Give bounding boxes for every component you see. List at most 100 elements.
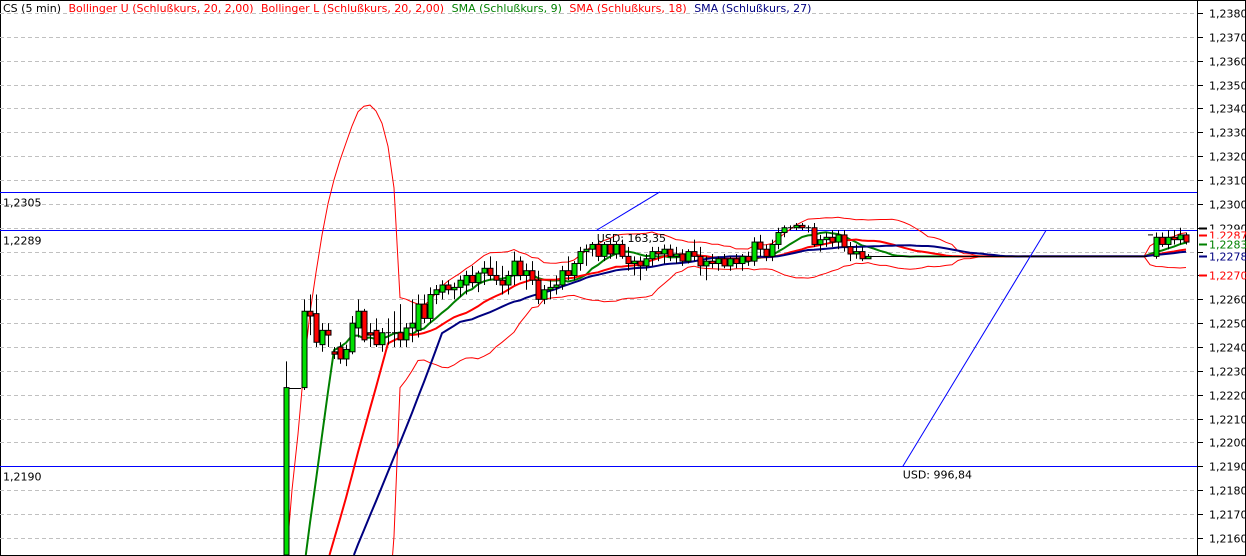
- candle-down: [331, 351, 338, 355]
- candle-down: [841, 234, 848, 248]
- candle-up: [703, 260, 710, 267]
- candle-up: [451, 286, 458, 291]
- candle-up: [559, 270, 566, 286]
- candle-up: [505, 274, 512, 286]
- candle-up: [349, 322, 356, 353]
- y-tick-label: 1,2300: [1209, 199, 1246, 212]
- candle-down: [697, 255, 704, 267]
- y-tick-label: 1,2220: [1209, 390, 1246, 403]
- candle-up: [835, 234, 842, 243]
- candle-up: [571, 263, 578, 276]
- candle-up: [463, 274, 470, 286]
- candle-up: [439, 284, 446, 293]
- candle-up: [433, 289, 440, 296]
- candle-up: [541, 289, 548, 300]
- legend-item-sma-18: SMA (Schlußkurs, 18): [569, 2, 687, 15]
- candle-down: [337, 346, 344, 360]
- candle-up: [355, 310, 362, 329]
- last-value-marker: [1199, 274, 1207, 277]
- y-tick-label: 1,2320: [1209, 151, 1246, 164]
- candle-up: [1153, 236, 1160, 257]
- candle-up: [685, 251, 692, 262]
- chart-legend: CS (5 min) Bollinger U (Schlußkurs, 20, …: [3, 2, 815, 15]
- candle-up: [481, 267, 488, 274]
- candle-down: [421, 303, 428, 319]
- candle-up: [661, 248, 668, 255]
- candle-down: [625, 255, 632, 265]
- candle-up: [577, 251, 584, 265]
- y-tick-label: 1,2160: [1209, 533, 1246, 546]
- candle-up: [649, 251, 656, 260]
- legend-item-sma-27: SMA (Schlußkurs, 27): [694, 2, 812, 15]
- candle-down: [397, 332, 404, 341]
- candle-down: [721, 258, 728, 267]
- y-tick-label: 1,2360: [1209, 56, 1246, 69]
- candle-up: [403, 327, 410, 341]
- candle-up: [727, 258, 734, 267]
- y-tick-label: 1,2250: [1209, 318, 1246, 331]
- candle-down: [325, 329, 332, 336]
- candle-down: [493, 274, 500, 281]
- candle-up: [583, 248, 590, 253]
- chart-border: [0, 0, 1246, 556]
- y-tick-label: 1,2200: [1209, 437, 1246, 450]
- candle-up: [379, 332, 386, 346]
- trendline-label: USD: 996,84: [903, 468, 972, 481]
- candle-up: [775, 232, 782, 245]
- y-tick-label: 1,2370: [1209, 32, 1246, 45]
- y-tick-label: 1,2310: [1209, 175, 1246, 188]
- candle-down: [469, 274, 476, 284]
- y-tick-label: 1,2260: [1209, 294, 1246, 307]
- candle-down: [361, 310, 368, 341]
- candle-up: [793, 224, 800, 229]
- candle-down: [811, 227, 818, 245]
- y-tick-label: 1,2350: [1209, 80, 1246, 93]
- candle-down: [619, 243, 626, 257]
- candle-down: [595, 243, 602, 257]
- y-tick-label: 1,2170: [1209, 509, 1246, 522]
- horizontal-line-label: 1,2305: [3, 197, 42, 210]
- y-tick-label: 1,2230: [1209, 366, 1246, 379]
- candle-up: [715, 258, 722, 265]
- candle-down: [829, 236, 836, 243]
- candle-down: [859, 251, 866, 260]
- candle-up: [343, 348, 350, 360]
- y-tick-label: 1,2240: [1209, 342, 1246, 355]
- candle-up: [415, 303, 422, 331]
- last-value-label: 1,2278: [1209, 251, 1246, 264]
- candle-down: [1159, 236, 1166, 245]
- candle-down: [313, 313, 320, 343]
- candle-down: [517, 260, 524, 276]
- candle-up: [319, 329, 326, 346]
- candle-down: [487, 267, 494, 276]
- candle-up: [751, 241, 758, 262]
- candle-down: [445, 284, 452, 291]
- last-value-marker: [1199, 234, 1207, 237]
- candle-down: [535, 279, 542, 300]
- candle-down: [679, 253, 686, 262]
- candle-up: [739, 255, 746, 265]
- candle-down: [607, 243, 614, 255]
- horizontal-line-label: 1,2190: [3, 471, 42, 484]
- candle-down: [709, 260, 716, 265]
- y-tick-label: 1,2210: [1209, 414, 1246, 427]
- candle-down: [655, 251, 662, 255]
- candle-down: [637, 260, 644, 267]
- trendline-label: USD: 163,35: [597, 232, 666, 245]
- candle-up: [547, 286, 554, 291]
- candle-up: [853, 251, 860, 255]
- candle-down: [1183, 234, 1190, 243]
- candle-up: [769, 243, 776, 257]
- candle-up: [301, 310, 308, 389]
- candle-up: [865, 255, 872, 260]
- candle-up: [589, 243, 596, 250]
- candle-up: [673, 253, 680, 257]
- candle-down: [307, 310, 314, 317]
- candle-down: [691, 251, 698, 257]
- horizontal-line-label: 1,2289: [3, 235, 42, 248]
- candle-up: [523, 270, 530, 276]
- y-tick-label: 1,2340: [1209, 103, 1246, 116]
- price-chart: 1,2305 1,2289 1,2190 USD: 163,35 USD: 996,8…: [0, 0, 1246, 556]
- candle-up: [427, 294, 434, 319]
- y-tick-label: 1,2190: [1209, 461, 1246, 474]
